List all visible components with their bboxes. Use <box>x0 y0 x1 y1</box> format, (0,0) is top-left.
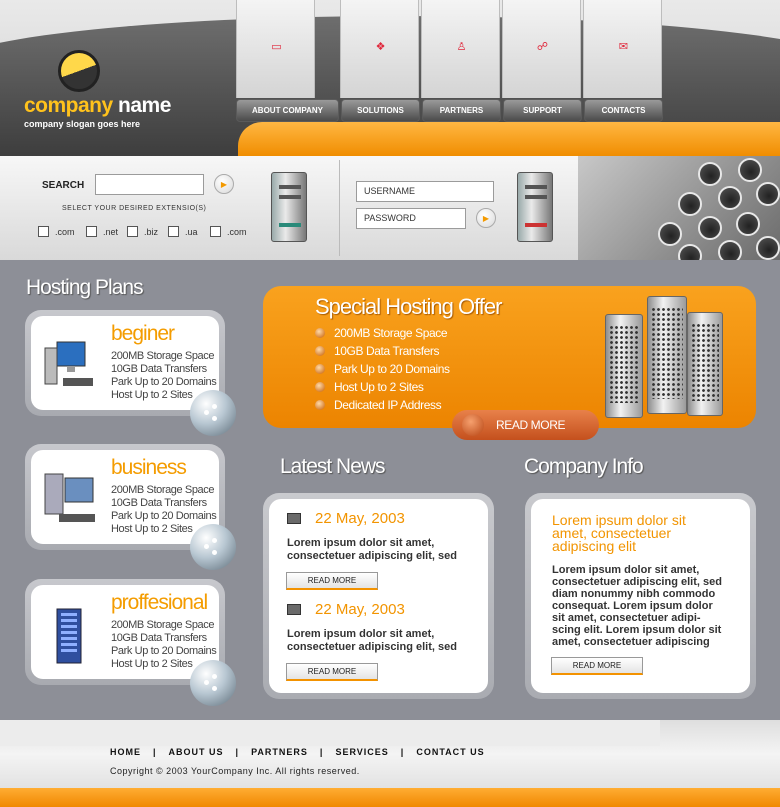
checkbox[interactable] <box>168 226 179 237</box>
company-info-title: Company Info <box>524 455 644 478</box>
button-dot-icon <box>462 414 484 436</box>
offer-item: Host Up to 2 Sites <box>315 380 424 394</box>
offer-item: 200MB Storage Space <box>315 326 448 340</box>
company-info-read-more-button[interactable]: READ MORE <box>551 657 643 675</box>
bullet-icon <box>315 382 325 392</box>
footer-nav: HOME | ABOUT US | PARTNERS | SERVICES | CONT… <box>110 747 485 757</box>
nav-panel-support: ☍ <box>502 0 581 98</box>
server-icon <box>517 172 553 242</box>
special-offer-banner: Special Hosting Offer 200MB Storage Spac… <box>263 286 756 428</box>
checkbox[interactable] <box>127 226 138 237</box>
computer-icon <box>44 341 93 386</box>
brand-name[interactable]: company name <box>24 94 171 118</box>
folder-icon <box>287 513 301 524</box>
diamonds-icon: ❖ <box>375 41 386 53</box>
hosting-plans-title: Hosting Plans <box>26 276 144 299</box>
plan-more-button[interactable] <box>190 390 236 436</box>
plan-name: proffesional <box>111 591 208 614</box>
plan-name: beginer <box>111 322 175 345</box>
extension-option[interactable]: .net <box>86 226 118 237</box>
search-input[interactable] <box>95 174 204 195</box>
header: company name company slogan goes here ▭ … <box>0 0 780 156</box>
bottom-orange-bar <box>0 788 780 807</box>
nav-panel-partners: ♙ <box>421 0 500 98</box>
offer-item: 10GB Data Transfers <box>315 344 440 358</box>
nav-support[interactable]: SUPPORT <box>503 99 582 122</box>
plan-name: business <box>111 456 187 479</box>
nav-solutions[interactable]: SOLUTIONS <box>341 99 420 122</box>
password-field[interactable]: PASSWORD <box>356 208 466 229</box>
person-icon: ♙ <box>456 41 467 53</box>
server-tower-icon <box>605 314 643 418</box>
header-orange-strip <box>238 122 780 156</box>
footer-link-services[interactable]: SERVICES <box>335 747 388 757</box>
news-text: Lorem ipsum dolor sit amet, consectetuer … <box>287 537 457 562</box>
news-date: 22 May, 2003 <box>315 510 405 527</box>
perforated-metal-image <box>578 156 780 260</box>
nav-panel-about: ▭ <box>236 0 315 98</box>
extensions-caption: SELECT YOUR DESIRED EXTENSIO(S) <box>62 205 207 212</box>
server-rack-icon <box>56 608 82 664</box>
mail-icon: ✉ <box>618 41 629 53</box>
username-field[interactable]: USERNAME <box>356 181 494 202</box>
bullet-icon <box>315 346 325 356</box>
offer-item: Dedicated IP Address <box>315 398 442 412</box>
extension-option[interactable]: .com <box>38 226 75 237</box>
offer-title: Special Hosting Offer <box>315 294 502 319</box>
logo-icon[interactable] <box>58 50 100 92</box>
extension-option[interactable]: .ua <box>168 226 198 237</box>
nav-contacts[interactable]: CONTACTS <box>584 99 663 122</box>
search-go-button[interactable]: ▶ <box>214 174 234 194</box>
login-go-button[interactable]: ▶ <box>476 208 496 228</box>
footer-link-partners[interactable]: PARTNERS <box>251 747 308 757</box>
checkbox[interactable] <box>38 226 49 237</box>
footer-link-about-us[interactable]: ABOUT US <box>169 747 224 757</box>
server-tower-icon <box>687 312 723 416</box>
nav-about-company[interactable]: ABOUT COMPANY <box>236 99 339 122</box>
extension-option[interactable]: .com <box>210 226 247 237</box>
news-read-more-button[interactable]: READ MORE <box>286 572 378 590</box>
search-label: SEARCH <box>42 180 85 191</box>
network-icon: ☍ <box>536 41 549 53</box>
nav-panel-contacts: ✉ <box>583 0 662 98</box>
checkbox[interactable] <box>210 226 221 237</box>
copyright: Copyright © 2003 YourCompany Inc. All ri… <box>110 766 360 776</box>
footer-link-home[interactable]: HOME <box>110 747 141 757</box>
computer-icon <box>44 473 95 522</box>
latest-news-title: Latest News <box>280 455 386 478</box>
company-info-body: Lorem ipsum dolor sit amet, consectetuer … <box>552 564 722 648</box>
news-read-more-button[interactable]: READ MORE <box>286 663 378 681</box>
nav-panel-solutions: ❖ <box>340 0 419 98</box>
divider <box>339 160 340 256</box>
server-icon <box>271 172 307 242</box>
bullet-icon <box>315 364 325 374</box>
company-info-headline: Lorem ipsum dolor sit amet, consectetuer a… <box>552 512 686 554</box>
footer-tab <box>0 720 660 746</box>
plan-more-button[interactable] <box>190 660 236 706</box>
brand-slogan: company slogan goes here <box>24 119 141 129</box>
plan-more-button[interactable] <box>190 524 236 570</box>
server-tower-icon <box>647 296 687 414</box>
bullet-icon <box>315 400 325 410</box>
nav-partners[interactable]: PARTNERS <box>422 99 501 122</box>
news-date: 22 May, 2003 <box>315 601 405 618</box>
offer-read-more-button[interactable]: READ MORE <box>452 410 599 440</box>
bullet-icon <box>315 328 325 338</box>
card-icon: ▭ <box>271 41 282 53</box>
folder-icon <box>287 604 301 615</box>
offer-item: Park Up to 20 Domains <box>315 362 450 376</box>
news-text: Lorem ipsum dolor sit amet, consectetuer … <box>287 628 457 653</box>
checkbox[interactable] <box>86 226 97 237</box>
footer-link-contact-us[interactable]: CONTACT US <box>416 747 484 757</box>
extension-option[interactable]: .biz <box>127 226 158 237</box>
